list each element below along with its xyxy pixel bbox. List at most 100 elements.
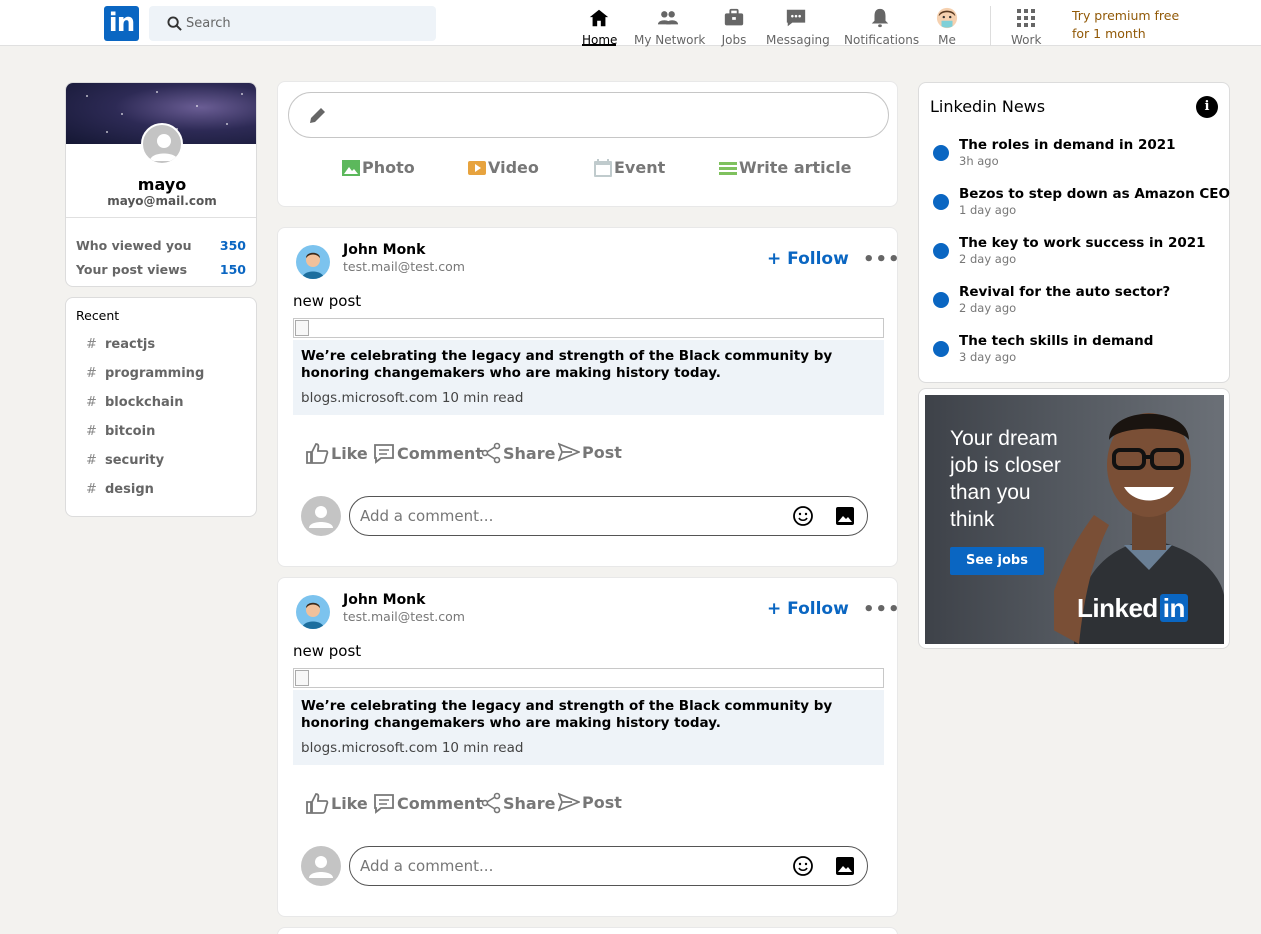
author-email: test.mail@test.com	[343, 259, 465, 274]
share-button[interactable]: Share	[481, 792, 555, 814]
share-box: Photo Video Event Write article	[277, 81, 898, 207]
share-photo-button[interactable]: Photo	[342, 158, 415, 177]
recent-tag[interactable]: # programming	[86, 366, 204, 381]
tag-label: programming	[105, 366, 205, 381]
stat-value: 350	[219, 238, 246, 253]
send-button[interactable]: Post	[558, 792, 622, 812]
commenter-avatar	[301, 496, 341, 536]
article-title: We’re celebrating the legacy and strengt…	[301, 348, 833, 381]
article-icon	[719, 161, 737, 175]
share-article-button[interactable]: Write article	[719, 158, 851, 177]
share-button[interactable]: Share	[481, 442, 555, 464]
brand-in: in	[1159, 594, 1188, 622]
action-label: Share	[503, 443, 556, 463]
author-name[interactable]: John Monk	[343, 592, 425, 608]
emoji-icon[interactable]	[793, 506, 813, 526]
pencil-icon	[310, 108, 325, 123]
recent-tag[interactable]: # reactjs	[86, 337, 155, 352]
article-preview[interactable]: We’re celebrating the legacy and strengt…	[293, 340, 884, 415]
follow-button[interactable]: + Follow	[767, 599, 849, 619]
stat-label: Your post views	[76, 262, 188, 277]
follow-button[interactable]: + Follow	[767, 249, 849, 269]
info-icon[interactable]: i	[1196, 96, 1218, 118]
ad-banner[interactable]: Your dream job is closer than you think …	[925, 395, 1224, 644]
start-post-input[interactable]	[288, 92, 889, 138]
search-icon	[167, 16, 182, 31]
post-image[interactable]	[293, 668, 884, 688]
nav-home[interactable]: Home	[582, 7, 618, 47]
article-preview[interactable]: We’re celebrating the legacy and strengt…	[293, 690, 884, 765]
more-options-icon[interactable]: •••	[863, 249, 901, 270]
profile-avatar[interactable]	[141, 123, 183, 165]
news-time: 2 day ago	[959, 252, 1017, 266]
tag-label: bitcoin	[105, 424, 156, 439]
news-time: 1 day ago	[959, 203, 1017, 217]
linkedin-logo[interactable]: in	[104, 6, 139, 41]
image-icon[interactable]	[836, 507, 854, 525]
nav-me[interactable]: Me	[935, 7, 959, 47]
share-label: Video	[488, 158, 539, 177]
nav-label: Notifications	[844, 33, 920, 47]
nav-notifications[interactable]: Notifications	[844, 7, 920, 47]
nav-label: Me	[938, 33, 956, 47]
bullet-icon	[933, 194, 949, 210]
author-avatar[interactable]	[296, 245, 330, 279]
send-icon	[558, 442, 580, 462]
comment-box[interactable]	[349, 496, 868, 536]
comment-icon	[374, 444, 394, 464]
comment-button[interactable]: Comment	[373, 442, 483, 464]
nav-messaging[interactable]: Messaging	[766, 7, 830, 47]
like-button[interactable]: Like	[305, 792, 368, 814]
search-bar[interactable]	[149, 6, 436, 41]
article-title: We’re celebrating the legacy and strengt…	[301, 698, 833, 731]
tag-label: reactjs	[105, 337, 156, 352]
nav-my-network[interactable]: My Network	[634, 7, 705, 47]
bullet-icon	[933, 145, 949, 161]
article-source: blogs.microsoft.com 10 min read	[301, 740, 524, 756]
more-options-icon[interactable]: •••	[863, 599, 901, 620]
nav-jobs[interactable]: Jobs	[721, 7, 747, 47]
ad-headline: Your dream job is closer than you think	[950, 427, 1061, 531]
author-name[interactable]: John Monk	[343, 242, 425, 258]
author-avatar[interactable]	[296, 595, 330, 629]
recent-tag[interactable]: # security	[86, 453, 164, 468]
news-time: 3 day ago	[959, 350, 1017, 364]
comment-input[interactable]	[360, 497, 780, 535]
recent-tag[interactable]: # bitcoin	[86, 424, 155, 439]
nav-label: Work	[1011, 33, 1042, 47]
ad-card: Your dream job is closer than you think …	[918, 388, 1230, 649]
profile-card: mayo mayo@mail.com Who viewed you 350 Yo…	[65, 82, 257, 287]
like-button[interactable]: Like	[305, 442, 368, 464]
stat-who-viewed[interactable]: Who viewed you 350	[76, 238, 248, 253]
nav-work[interactable]: Work	[1011, 7, 1042, 47]
grid-icon	[1017, 9, 1035, 27]
send-button[interactable]: Post	[558, 442, 622, 462]
share-video-button[interactable]: Video	[468, 158, 539, 177]
recent-tag[interactable]: # design	[86, 482, 154, 497]
news-headline: The key to work success in 2021	[959, 235, 1206, 251]
image-icon[interactable]	[836, 857, 854, 875]
comment-icon	[374, 794, 394, 814]
nav-label: Home	[582, 33, 618, 47]
send-icon	[558, 792, 580, 812]
comment-input[interactable]	[360, 847, 780, 885]
share-icon	[481, 792, 501, 814]
see-jobs-button[interactable]: See jobs	[950, 547, 1044, 575]
comment-button[interactable]: Comment	[373, 792, 483, 814]
calendar-icon	[594, 158, 612, 177]
profile-name[interactable]: mayo	[66, 175, 256, 194]
post-image[interactable]	[293, 318, 884, 338]
news-headline: The tech skills in demand	[959, 333, 1154, 349]
comment-box[interactable]	[349, 846, 868, 886]
news-time: 3h ago	[959, 154, 999, 168]
network-icon	[657, 11, 679, 25]
premium-link[interactable]: Try premium free for 1 month	[1072, 7, 1202, 43]
tag-label: blockchain	[105, 395, 184, 410]
emoji-icon[interactable]	[793, 856, 813, 876]
action-label: Comment	[397, 793, 483, 813]
linkedin-wordmark: Linked in	[1077, 593, 1188, 624]
stat-post-views[interactable]: Your post views 150	[76, 262, 248, 277]
recent-tag[interactable]: # blockchain	[86, 395, 184, 410]
search-input[interactable]	[186, 6, 426, 41]
share-event-button[interactable]: Event	[594, 158, 665, 177]
